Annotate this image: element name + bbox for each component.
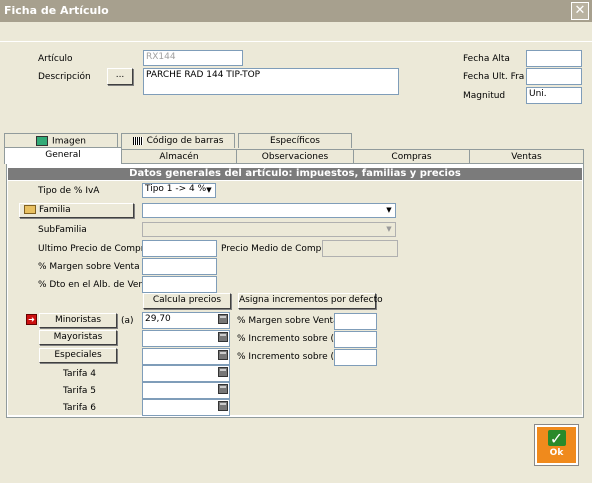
familia-select[interactable]: ▼ — [142, 203, 396, 218]
tarifa-6-input[interactable] — [142, 399, 230, 416]
tab-general-label: General — [45, 150, 81, 160]
ultimo-precio-input[interactable] — [142, 240, 217, 257]
mayoristas-input[interactable] — [142, 330, 230, 347]
minoristas-button[interactable]: Minoristas — [39, 313, 117, 328]
margen-venta-input[interactable] — [142, 258, 217, 275]
minoristas-input[interactable]: 29,70 — [142, 312, 230, 329]
magnitud-input[interactable]: Uni. — [526, 87, 582, 104]
ok-button[interactable]: ✓ Ok — [534, 424, 579, 466]
minoristas-pct-label: % Margen sobre Venta — [237, 316, 339, 326]
fecha-alta-input[interactable] — [526, 50, 582, 67]
calcula-precios-button[interactable]: Calcula precios — [143, 293, 231, 309]
ok-button-label: Ok — [549, 448, 564, 458]
familia-button[interactable]: Familia — [19, 203, 134, 218]
mayoristas-button[interactable]: Mayoristas — [39, 330, 117, 345]
tarifa-6-label: Tarifa 6 — [63, 403, 96, 413]
arrow-marker-icon: ➜ — [26, 314, 37, 325]
chevron-down-icon: ▼ — [386, 225, 392, 233]
calculator-icon[interactable] — [218, 350, 228, 360]
tab-especificos[interactable]: Específicos — [238, 133, 352, 148]
tarifa-4-label: Tarifa 4 — [63, 369, 96, 379]
subfamilia-label: SubFamilia — [38, 225, 87, 235]
especiales-pct-label: % Incremento sobre (a) — [237, 352, 344, 362]
tab-codigo-barras-label: Código de barras — [146, 136, 224, 146]
tab-imagen[interactable]: Imagen — [4, 133, 118, 148]
precio-medio-label: Precio Medio de Compra — [221, 244, 331, 254]
checkmark-icon: ✓ — [547, 430, 566, 448]
tab-almacen-label: Almacén — [159, 152, 199, 162]
chevron-down-icon: ▼ — [386, 206, 392, 214]
asigna-incrementos-button[interactable]: Asigna incrementos por defecto — [238, 293, 383, 309]
minoristas-pct-input[interactable] — [334, 313, 377, 330]
subfamilia-select[interactable]: ▼ — [142, 222, 396, 237]
tab-general[interactable]: General — [4, 147, 122, 164]
fecha-ult-fra-input[interactable] — [526, 68, 582, 85]
articulo-label: Artículo — [38, 54, 73, 64]
descripcion-label: Descripción — [38, 72, 91, 82]
precio-medio-input[interactable] — [322, 240, 398, 257]
tab-compras[interactable]: Compras — [353, 149, 470, 164]
folder-icon — [24, 205, 36, 214]
tarifa-5-input[interactable] — [142, 382, 230, 399]
image-icon — [36, 136, 49, 146]
dto-alb-label: % Dto en el Alb. de Venta — [38, 280, 154, 290]
tab-observaciones-label: Observaciones — [261, 152, 329, 162]
tipo-iva-value: Tipo 1 -> 4 % — [145, 184, 207, 194]
chevron-down-icon: ▼ — [206, 186, 212, 194]
fecha-ult-fra-label: Fecha Ult. Fra — [463, 72, 525, 82]
tab-compras-label: Compras — [391, 152, 432, 162]
descripcion-more-button[interactable]: ... — [107, 68, 133, 85]
especiales-pct-input[interactable] — [334, 349, 377, 366]
toolbar-strip — [0, 22, 592, 42]
close-button[interactable]: ✕ — [571, 2, 589, 20]
fecha-alta-label: Fecha Alta — [463, 54, 510, 64]
dto-alb-input[interactable] — [142, 276, 217, 293]
section-title: Datos generales del artículo: impuestos,… — [8, 168, 582, 180]
familia-button-label: Familia — [39, 205, 71, 215]
calculator-icon[interactable] — [218, 314, 228, 324]
tipo-iva-label: Tipo de % IvA — [38, 186, 100, 196]
tipo-iva-select[interactable]: Tipo 1 -> 4 % ▼ — [142, 183, 216, 198]
tab-almacen[interactable]: Almacén — [121, 149, 237, 164]
mayoristas-pct-label: % Incremento sobre (a) — [237, 334, 344, 344]
minoristas-suffix: (a) — [121, 316, 134, 326]
title-bar: Ficha de Artículo ✕ — [0, 0, 592, 22]
tab-imagen-label: Imagen — [52, 136, 86, 147]
tab-codigo-barras[interactable]: Código de barras — [121, 133, 235, 148]
close-icon: ✕ — [574, 3, 586, 18]
margen-venta-label: % Margen sobre Venta — [38, 262, 140, 272]
descripcion-input[interactable]: PARCHE RAD 144 TIP-TOP — [143, 68, 399, 95]
tab-ventas[interactable]: Ventas — [469, 149, 584, 164]
articulo-input[interactable]: RX144 — [143, 50, 243, 66]
barcode-icon — [132, 136, 143, 145]
tab-ventas-label: Ventas — [511, 152, 542, 162]
ultimo-precio-label: Ultimo Precio de Compra — [38, 244, 150, 254]
calculator-icon[interactable] — [218, 367, 228, 377]
calculator-icon[interactable] — [218, 401, 228, 411]
magnitud-label: Magnitud — [463, 91, 506, 101]
minoristas-value: 29,70 — [145, 314, 171, 324]
calculator-icon[interactable] — [218, 384, 228, 394]
mayoristas-pct-input[interactable] — [334, 331, 377, 348]
tab-especificos-label: Específicos — [270, 136, 320, 146]
especiales-button[interactable]: Especiales — [39, 348, 117, 363]
window-title: Ficha de Artículo — [4, 4, 109, 17]
calculator-icon[interactable] — [218, 332, 228, 342]
tab-observaciones[interactable]: Observaciones — [236, 149, 354, 164]
tarifa-5-label: Tarifa 5 — [63, 386, 96, 396]
tarifa-4-input[interactable] — [142, 365, 230, 382]
especiales-input[interactable] — [142, 348, 230, 365]
